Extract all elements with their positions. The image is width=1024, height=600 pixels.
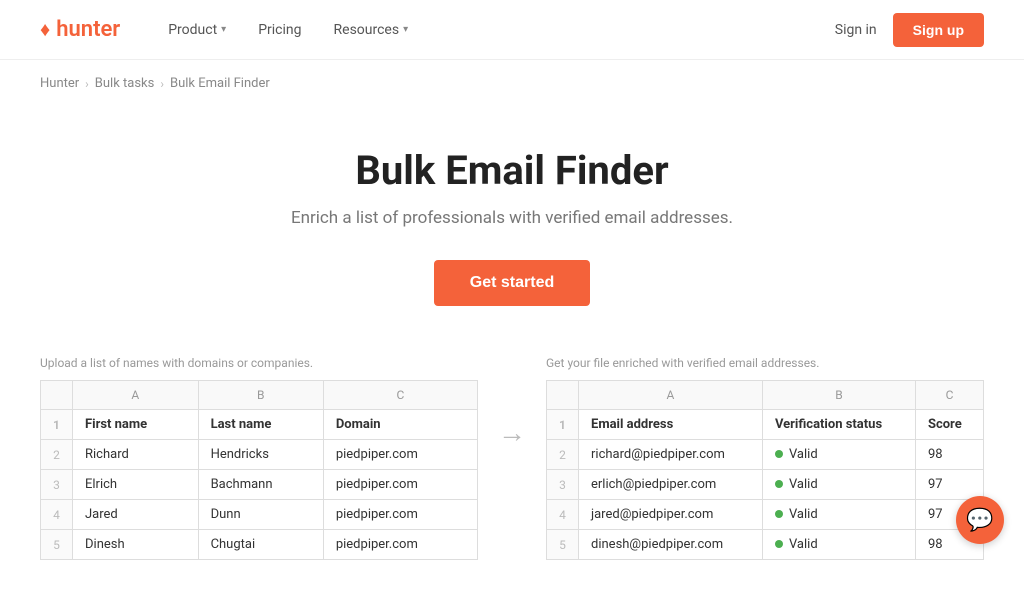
row-number: 2 — [41, 440, 73, 470]
valid-icon — [775, 510, 783, 518]
cell: Valid — [762, 440, 915, 470]
logo-text: hunter — [56, 17, 120, 42]
row-number: 5 — [41, 530, 73, 560]
sign-up-button[interactable]: Sign up — [893, 13, 984, 47]
valid-icon — [775, 480, 783, 488]
col-header-a: A — [73, 381, 199, 410]
left-table-block: Upload a list of names with domains or c… — [40, 356, 478, 560]
cell: First name — [73, 410, 199, 440]
chevron-down-icon: ▾ — [221, 24, 226, 35]
cell: Valid — [762, 500, 915, 530]
table-row: 4jared@piedpiper.comValid97 — [547, 500, 984, 530]
logo[interactable]: ♦ hunter — [40, 17, 120, 42]
chat-button[interactable]: 💬 — [956, 496, 1004, 544]
nav-resources[interactable]: Resources ▾ — [318, 0, 425, 60]
valid-icon — [775, 540, 783, 548]
col-header-empty — [547, 381, 579, 410]
table-row: 3ElrichBachmannpiedpiper.com — [41, 470, 478, 500]
cell: piedpiper.com — [323, 470, 477, 500]
left-spreadsheet: A B C 1First nameLast nameDomain2Richard… — [40, 380, 478, 560]
cell: Hendricks — [198, 440, 323, 470]
cell: Last name — [198, 410, 323, 440]
cell: 97 — [915, 470, 983, 500]
breadcrumb-home[interactable]: Hunter — [40, 76, 79, 91]
row-number: 3 — [547, 470, 579, 500]
table-row: 3erlich@piedpiper.comValid97 — [547, 470, 984, 500]
row-number: 5 — [547, 530, 579, 560]
left-table-label: Upload a list of names with domains or c… — [40, 356, 478, 370]
table-row: 2richard@piedpiper.comValid98 — [547, 440, 984, 470]
col-header-c: C — [915, 381, 983, 410]
col-header-c: C — [323, 381, 477, 410]
cell: Jared — [73, 500, 199, 530]
cell: piedpiper.com — [323, 440, 477, 470]
chat-icon: 💬 — [966, 508, 993, 533]
col-header-a: A — [579, 381, 763, 410]
cell: Verification status — [762, 410, 915, 440]
cell: jared@piedpiper.com — [579, 500, 763, 530]
tables-section: Upload a list of names with domains or c… — [0, 356, 1024, 600]
cell: erlich@piedpiper.com — [579, 470, 763, 500]
cell: Richard — [73, 440, 199, 470]
right-spreadsheet: A B C 1Email addressVerification statusS… — [546, 380, 984, 560]
table-row: 5DineshChugtaipiedpiper.com — [41, 530, 478, 560]
row-number: 1 — [41, 410, 73, 440]
hero-subtitle: Enrich a list of professionals with veri… — [20, 208, 1004, 228]
table-row: 4JaredDunnpiedpiper.com — [41, 500, 478, 530]
hero-section: Bulk Email Finder Enrich a list of profe… — [0, 107, 1024, 356]
cell: piedpiper.com — [323, 500, 477, 530]
row-number: 4 — [41, 500, 73, 530]
breadcrumb: Hunter › Bulk tasks › Bulk Email Finder — [0, 60, 1024, 107]
col-header-b: B — [762, 381, 915, 410]
breadcrumb-sep: › — [85, 77, 89, 91]
right-table-block: Get your file enriched with verified ema… — [546, 356, 984, 560]
page-title: Bulk Email Finder — [20, 147, 1004, 194]
right-table-label: Get your file enriched with verified ema… — [546, 356, 984, 370]
cell: richard@piedpiper.com — [579, 440, 763, 470]
cell: Dunn — [198, 500, 323, 530]
cell: Domain — [323, 410, 477, 440]
row-number: 1 — [547, 410, 579, 440]
cell: dinesh@piedpiper.com — [579, 530, 763, 560]
nav-pricing[interactable]: Pricing — [242, 0, 317, 60]
navigation: ♦ hunter Product ▾ Pricing Resources ▾ S… — [0, 0, 1024, 60]
valid-icon — [775, 450, 783, 458]
cell: Elrich — [73, 470, 199, 500]
nav-right: Sign in Sign up — [835, 13, 984, 47]
table-row: 1First nameLast nameDomain — [41, 410, 478, 440]
breadcrumb-bulk-tasks[interactable]: Bulk tasks — [95, 76, 155, 91]
row-number: 3 — [41, 470, 73, 500]
cell: Valid — [762, 530, 915, 560]
table-row: 5dinesh@piedpiper.comValid98 — [547, 530, 984, 560]
cell: Score — [915, 410, 983, 440]
col-header-b: B — [198, 381, 323, 410]
cell: Email address — [579, 410, 763, 440]
breadcrumb-sep: › — [160, 77, 164, 91]
get-started-button[interactable]: Get started — [434, 260, 590, 306]
table-row: 2RichardHendrickspiedpiper.com — [41, 440, 478, 470]
breadcrumb-current: Bulk Email Finder — [170, 76, 270, 91]
cell: Chugtai — [198, 530, 323, 560]
sign-in-link[interactable]: Sign in — [835, 22, 877, 38]
logo-icon: ♦ — [40, 17, 50, 42]
arrow-container: → — [478, 356, 546, 449]
table-row: 1Email addressVerification statusScore — [547, 410, 984, 440]
nav-links: Product ▾ Pricing Resources ▾ — [152, 0, 835, 60]
row-number: 4 — [547, 500, 579, 530]
nav-product[interactable]: Product ▾ — [152, 0, 242, 60]
chevron-down-icon: ▾ — [403, 24, 408, 35]
arrow-right-icon: → — [498, 416, 526, 449]
row-number: 2 — [547, 440, 579, 470]
cell: Valid — [762, 470, 915, 500]
cell: piedpiper.com — [323, 530, 477, 560]
cell: Dinesh — [73, 530, 199, 560]
cell: 98 — [915, 440, 983, 470]
col-header-empty — [41, 381, 73, 410]
cell: Bachmann — [198, 470, 323, 500]
